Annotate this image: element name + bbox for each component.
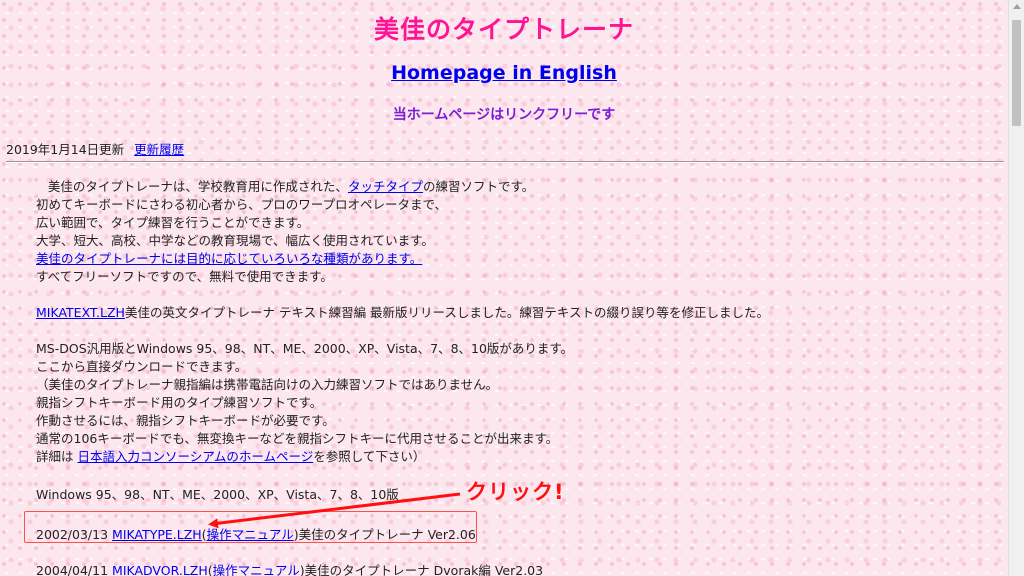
english-homepage-link[interactable]: Homepage in English [391,62,617,84]
scroll-up-arrow-icon[interactable] [1013,4,1021,9]
intro-line-4: 大学、短大、高校、中学などの教育現場で、幅広く使用されています。 [36,233,434,248]
horizontal-divider [6,161,1004,163]
highlight-box [24,511,477,543]
versions-line-6: 通常の106キーボードでも、無変換キーなどを親指シフトキーに代用させることが出来… [36,431,559,446]
intro-line-1: 美佳のタイプトレーナは、学校教育用に作成された、タッチタイプの練習ソフトです。 [36,178,769,196]
versions-text: を参照して下さい） [313,449,426,464]
intro-line-5: 美佳のタイプトレーナには目的に応じていろいろな種類があります。 [36,250,769,268]
page-title: 美佳のタイプトレーナ [373,15,634,44]
scrollbar-thumb[interactable] [1012,20,1021,126]
consortium-link[interactable]: 日本語入力コンソーシアムのホームページ [77,449,313,464]
versions-line-1: MS-DOS汎用版とWindows 95、98、NT、ME、2000、XP、Vi… [36,341,574,356]
news-text: 美佳の英文タイプトレーナ テキスト練習編 最新版リリースしました。練習テキストの… [124,305,770,320]
touch-type-link[interactable]: タッチタイプ [348,179,423,194]
web-page: 美佳のタイプトレーナ Homepage in English 当ホームページはリ… [0,0,1008,576]
intro-line-3: 広い範囲で、タイプ練習を行うことができます。 [36,215,310,230]
update-date: 2019年1月14日更新 [6,142,125,157]
mikatext-download-link[interactable]: MIKATEXT.LZH [36,305,125,320]
news-line: MIKATEXT.LZH美佳の英文タイプトレーナ テキスト練習編 最新版リリース… [36,304,769,322]
versions-line-7: 詳細は 日本語入力コンソーシアムのホームページを参照して下さい） [36,448,769,466]
intro-line-6: すべてフリーソフトですので、無料で使用できます。 [36,269,333,284]
download-row-mikadvor: 2004/04/11 MIKADVOR.LZH(操作マニュアル)美佳のタイプトレ… [36,562,769,576]
download-date: 2004/04/11 [36,563,113,576]
versions-line-4: 親指シフトキーボード用のタイプ練習ソフトです。 [36,395,323,410]
vertical-scrollbar[interactable] [1008,0,1024,576]
versions-line-3: （美佳のタイプトレーナ親指編は携帯電話向けの入力練習ソフトではありません。 [36,377,499,392]
english-homepage-link-container: Homepage in English [0,62,1008,84]
mikadvor-download-link[interactable]: MIKADVOR.LZH [112,563,208,576]
versions-line-2: ここから直接ダウンロードできます。 [36,359,248,374]
variants-link[interactable]: 美佳のタイプトレーナには目的に応じていろいろな種類があります。 [36,251,422,266]
click-callout: クリック! [466,480,565,504]
versions-text: 詳細は [36,449,78,464]
mikadvor-manual-link[interactable]: 操作マニュアル [213,563,300,576]
link-free-notice: 当ホームページはリンクフリーです [392,107,616,123]
intro-text: 美佳のタイプトレーナは、学校教育用に作成された、 [47,179,348,194]
intro-line-2: 初めてキーボードにさわる初心者から、プロのワープロオペレータまで、 [36,197,448,212]
download-description: 美佳のタイプトレーナ Dvorak編 Ver2.03 [304,563,544,576]
intro-text: の練習ソフトです。 [422,179,535,194]
update-line: 2019年1月14日更新 更新履歴 [6,139,184,158]
update-history-link[interactable]: 更新履歴 [134,142,184,157]
versions-line-5: 作動させるには、親指シフトキーボードが必要です。 [36,413,335,428]
os-heading: Windows 95、98、NT、ME、2000、XP、Vista、7、8、10… [36,487,399,502]
